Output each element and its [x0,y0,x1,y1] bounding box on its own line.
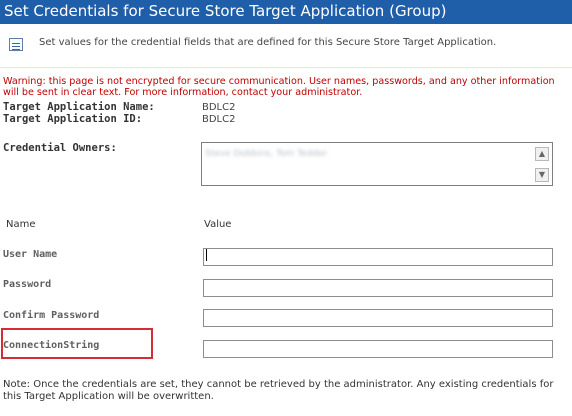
target-application-name-value: BDLC2 [202,102,236,113]
credential-form: Warning: this page is not encrypted for … [0,68,572,416]
target-application-id-label: Target Application ID: [3,113,143,125]
credential-owners-listbox[interactable]: Steve Dobbins, Tom Tedder ▲ ▼ [201,142,553,186]
encryption-warning: Warning: this page is not encrypted for … [3,76,555,98]
text-cursor [206,249,207,261]
set-credentials-page: Set Credentials for Secure Store Target … [0,0,572,416]
connection-string-label: ConnectionString [3,340,100,351]
value-column-heading: Value [204,219,232,230]
confirm-password-input[interactable] [203,309,553,327]
password-label: Password [3,279,52,290]
page-title: Set Credentials for Secure Store Target … [0,0,572,24]
password-input[interactable] [203,279,553,297]
user-name-label: User Name [3,249,58,260]
scroll-down-icon[interactable]: ▼ [535,168,549,182]
credential-owners-label: Credential Owners: [3,142,117,154]
description-text: Set values for the credential fields tha… [39,37,497,48]
document-list-icon [9,38,23,51]
credential-owners-value: Steve Dobbins, Tom Tedder [205,149,328,159]
name-column-heading: Name [6,219,36,230]
user-name-input[interactable] [203,248,553,266]
confirm-password-label: Confirm Password [3,310,100,321]
target-application-id-value: BDLC2 [202,114,236,125]
description-panel: Set values for the credential fields tha… [0,24,572,68]
connection-string-input[interactable] [203,340,553,358]
credentials-note: Note: Once the credentials are set, they… [3,379,554,402]
scroll-up-icon[interactable]: ▲ [535,147,549,161]
target-application-name-label: Target Application Name: [3,101,155,113]
